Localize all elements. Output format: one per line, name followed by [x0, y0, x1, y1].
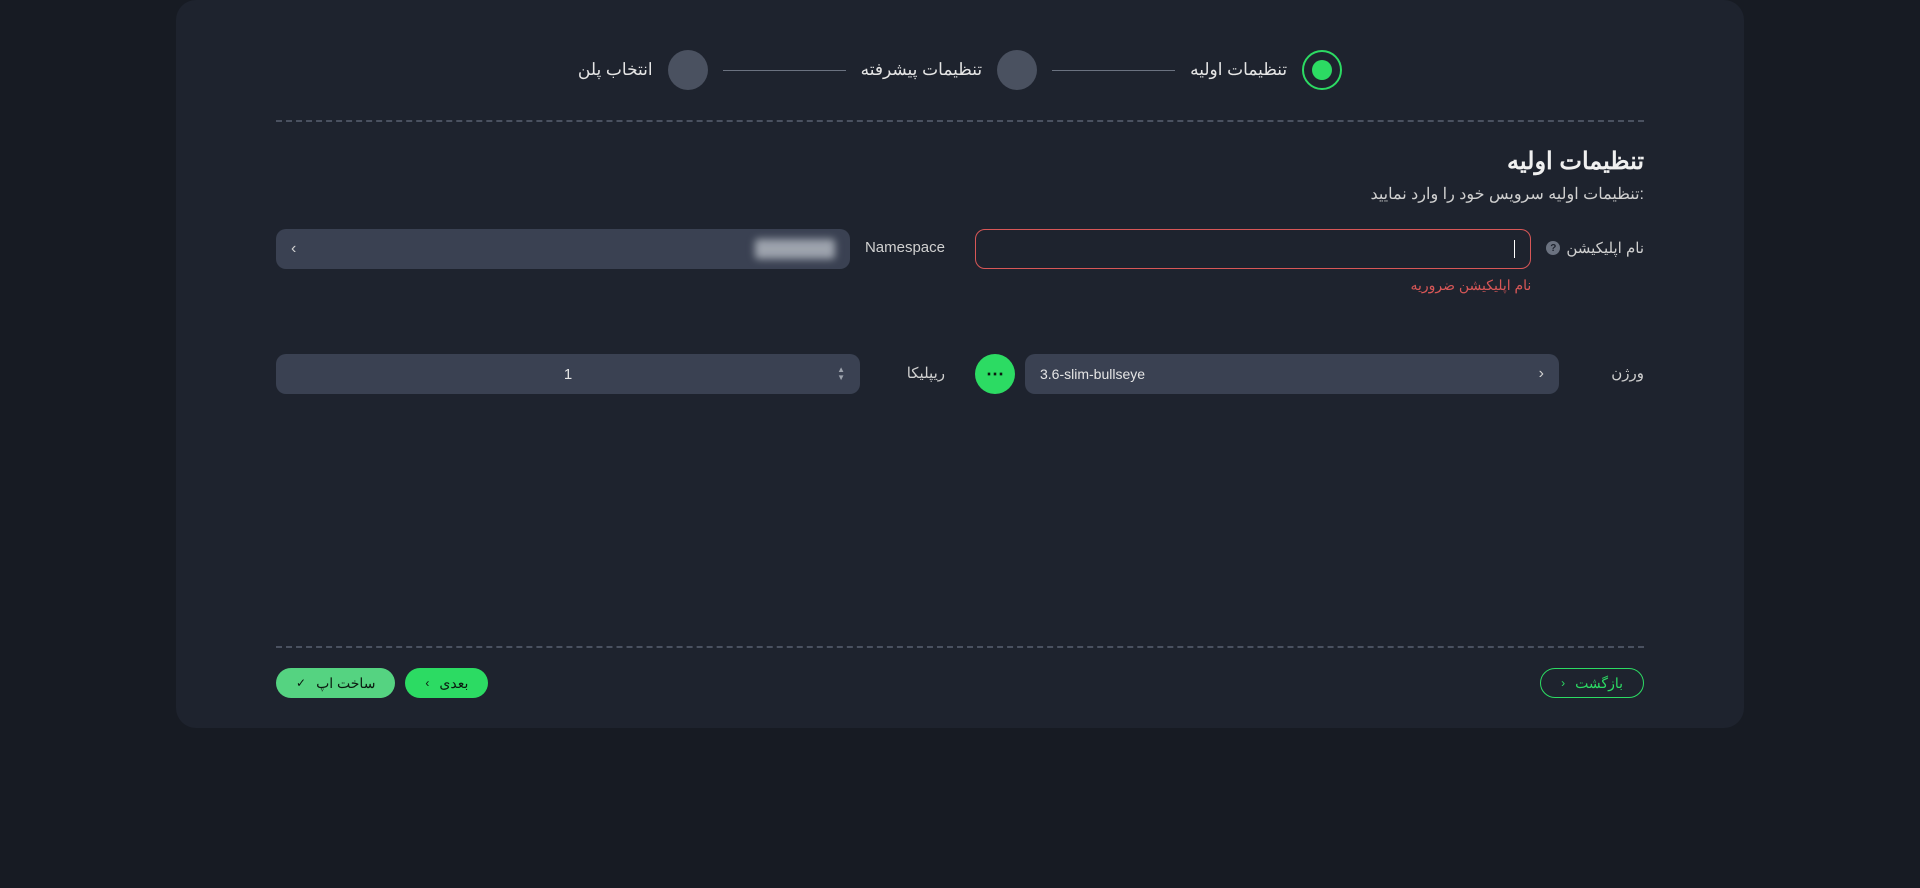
next-button[interactable]: بعدی ‹ — [405, 668, 488, 698]
chevron-left-icon: ‹ — [425, 676, 429, 690]
version-value: 3.6-slim-bullseye — [1040, 366, 1145, 382]
chevron-right-icon: › — [1539, 365, 1544, 383]
form-row-2: ورژن ⋯ 3.6-slim-bullseye › ریپلیکا ▲ — [276, 354, 1644, 394]
number-input-wrap: ▲ ▼ — [276, 354, 860, 394]
section-header: تنظیمات اولیه تنظیمات اولیه سرویس خود را… — [276, 147, 1644, 204]
ellipsis-icon: ⋯ — [986, 364, 1004, 385]
step-label: تنظیمات اولیه — [1190, 60, 1287, 80]
chevron-left-icon: ‹ — [291, 240, 296, 258]
input-wrap: ██████ ‹ — [276, 229, 850, 269]
form-group-replica: ریپلیکا ▲ ▼ — [276, 354, 945, 394]
stepper: تنظیمات اولیه تنظیمات پیشرفته انتخاب پلن — [276, 30, 1644, 120]
namespace-value: ██████ — [755, 239, 835, 259]
build-label: ساخت اپ — [316, 675, 375, 692]
number-stepper[interactable]: ▲ ▼ — [837, 366, 845, 382]
step-advanced-settings[interactable]: تنظیمات پیشرفته — [861, 50, 1037, 90]
app-name-error: نام اپلیکیشن ضروریه — [975, 277, 1531, 294]
label-wrap: ریپلیکا — [875, 354, 945, 382]
step-circle-inactive-icon — [997, 50, 1037, 90]
label-wrap: نام اپلیکیشن ? — [1546, 229, 1644, 257]
replica-label: ریپلیکا — [907, 364, 945, 382]
step-label: تنظیمات پیشرفته — [861, 60, 982, 80]
version-options-button[interactable]: ⋯ — [975, 354, 1015, 394]
text-cursor-icon — [1514, 240, 1515, 258]
app-name-label: نام اپلیکیشن — [1566, 239, 1644, 257]
replica-input[interactable] — [276, 354, 860, 394]
chevron-right-icon: › — [1561, 676, 1565, 690]
dashed-divider — [276, 646, 1644, 648]
arrow-down-icon: ▼ — [837, 374, 845, 382]
version-wrap: ⋯ 3.6-slim-bullseye › — [975, 354, 1559, 394]
step-line-divider — [723, 70, 846, 71]
footer: بازگشت › ساخت اپ ✓ بعدی ‹ — [276, 646, 1644, 698]
next-label: بعدی — [439, 675, 468, 692]
step-line-divider — [1052, 70, 1175, 71]
wizard-container: تنظیمات اولیه تنظیمات پیشرفته انتخاب پلن… — [176, 0, 1744, 728]
build-button[interactable]: ساخت اپ ✓ — [276, 668, 395, 698]
namespace-select[interactable]: ██████ ‹ — [276, 229, 850, 269]
step-basic-settings[interactable]: تنظیمات اولیه — [1190, 50, 1342, 90]
section-subtitle: تنظیمات اولیه سرویس خود را وارد نمایید: — [276, 184, 1644, 204]
footer-buttons: بازگشت › ساخت اپ ✓ بعدی ‹ — [276, 668, 1644, 698]
namespace-label: Namespace — [865, 239, 945, 256]
section-title: تنظیمات اولیه — [276, 147, 1644, 176]
step-circle-active-icon — [1302, 50, 1342, 90]
form-group-app-name: نام اپلیکیشن ? نام اپلیکیشن ضروریه — [975, 229, 1644, 294]
version-label: ورژن — [1611, 364, 1644, 382]
label-wrap: ورژن — [1574, 354, 1644, 382]
help-icon[interactable]: ? — [1546, 241, 1560, 255]
button-group-left: ساخت اپ ✓ بعدی ‹ — [276, 668, 488, 698]
dashed-divider — [276, 120, 1644, 122]
check-icon: ✓ — [296, 676, 306, 690]
version-select[interactable]: 3.6-slim-bullseye › — [1025, 354, 1559, 394]
label-wrap: Namespace — [865, 229, 945, 256]
form-group-namespace: Namespace ██████ ‹ — [276, 229, 945, 294]
back-button[interactable]: بازگشت › — [1540, 668, 1644, 698]
app-name-input[interactable] — [975, 229, 1531, 269]
form-row-1: نام اپلیکیشن ? نام اپلیکیشن ضروریه Names… — [276, 229, 1644, 294]
form-group-version: ورژن ⋯ 3.6-slim-bullseye › — [975, 354, 1644, 394]
input-wrap: نام اپلیکیشن ضروریه — [975, 229, 1531, 294]
step-label: انتخاب پلن — [578, 60, 653, 80]
back-label: بازگشت — [1575, 675, 1623, 692]
step-circle-inactive-icon — [668, 50, 708, 90]
step-plan-selection[interactable]: انتخاب پلن — [578, 50, 708, 90]
